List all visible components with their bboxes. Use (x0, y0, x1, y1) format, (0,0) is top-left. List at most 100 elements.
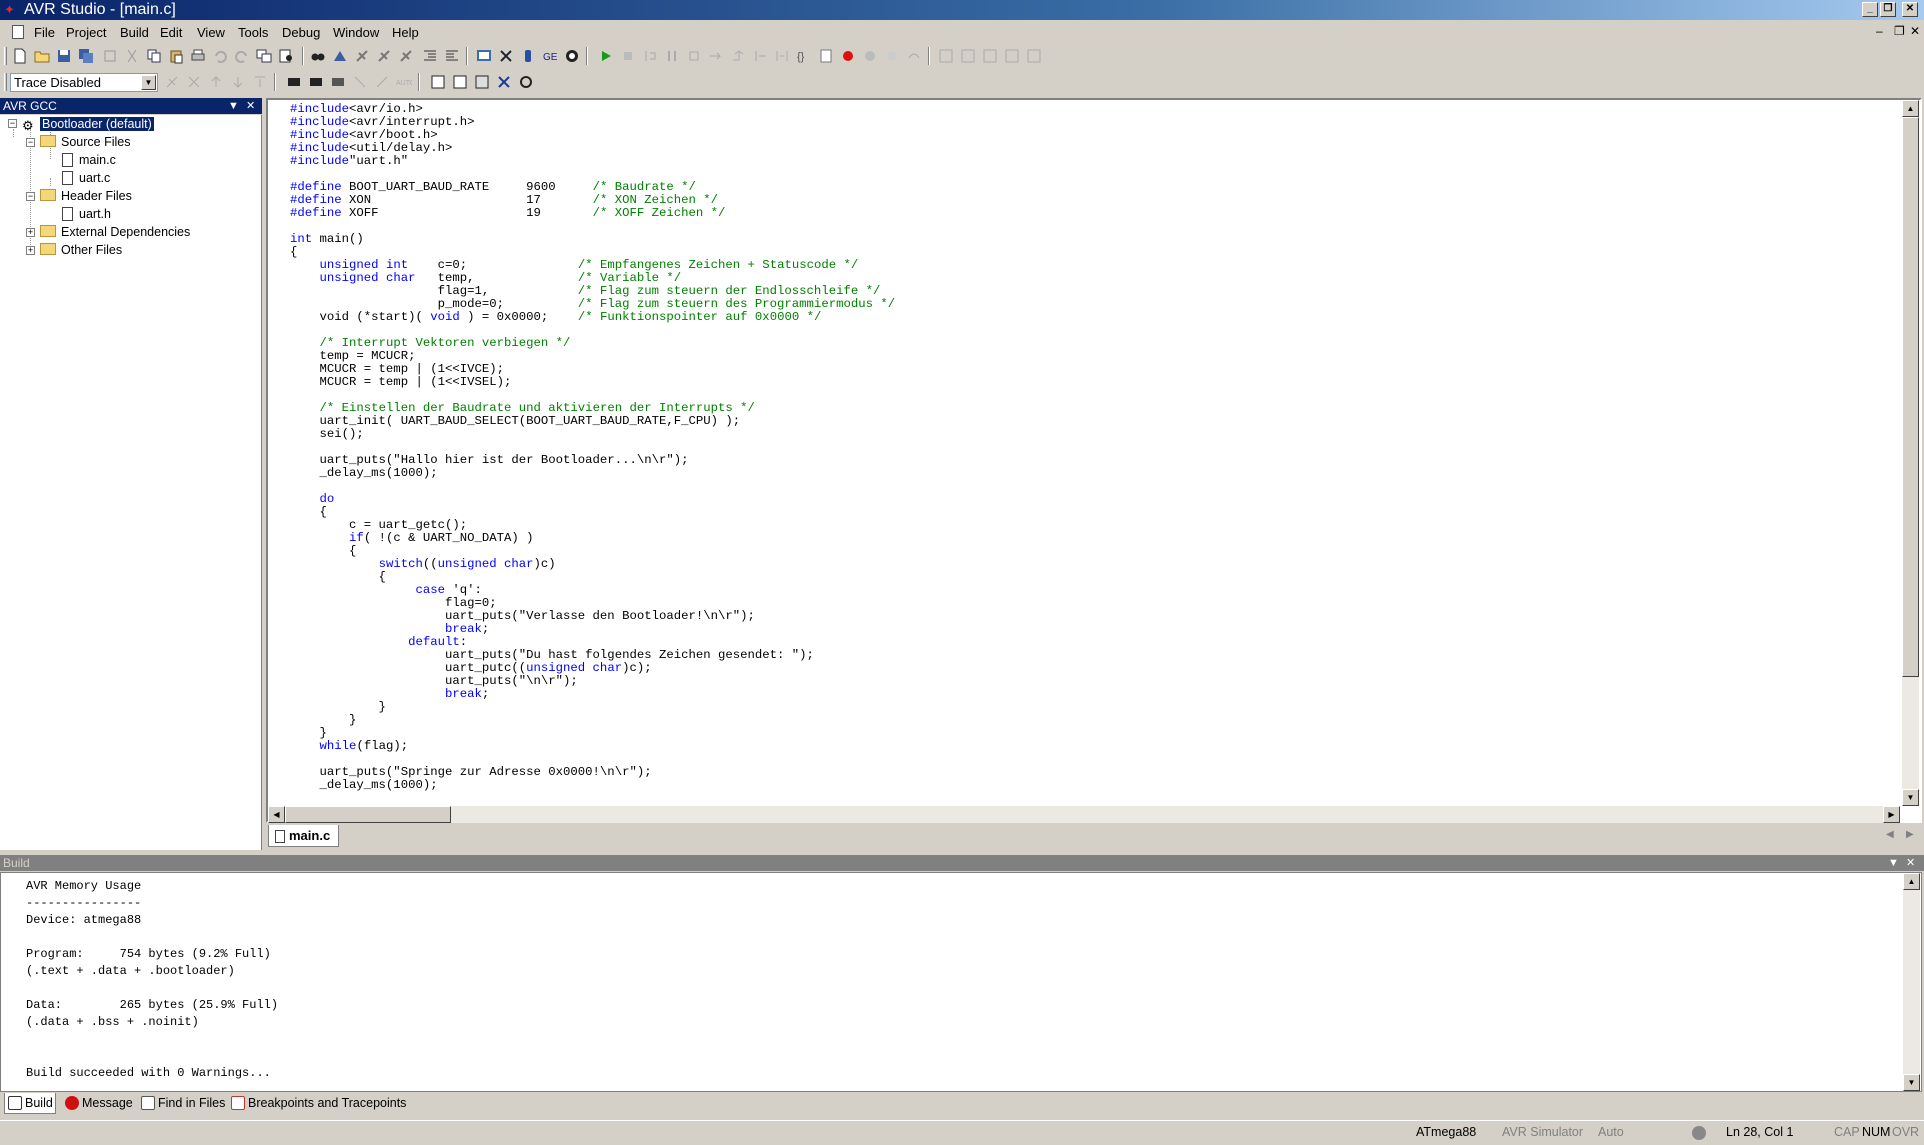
panel-menu-icon[interactable]: ▼ (1888, 855, 1899, 871)
open-folder-icon[interactable] (34, 48, 50, 64)
trace-gear-icon[interactable] (518, 74, 534, 90)
editor-vertical-scrollbar[interactable]: ▲ ▼ (1902, 100, 1919, 806)
tree-folder-external[interactable]: External Dependencies (40, 224, 192, 240)
trace-delete-icon[interactable] (496, 74, 512, 90)
scroll-thumb[interactable] (285, 806, 451, 823)
outdent-icon[interactable] (444, 48, 460, 64)
tree-folder-source[interactable]: Source Files (40, 134, 132, 150)
menu-tools[interactable]: Tools (238, 25, 268, 40)
trace-jump-icon[interactable] (374, 74, 390, 90)
braces-icon[interactable]: {} (796, 48, 812, 64)
code-text[interactable]: #include<avr/io.h> #include<avr/interrupt… (290, 103, 895, 792)
collapse-icon[interactable]: − (26, 192, 35, 201)
scroll-up-icon[interactable]: ▲ (1903, 873, 1920, 890)
print-icon[interactable] (190, 48, 206, 64)
menu-help[interactable]: Help (392, 25, 419, 40)
register-view-icon[interactable] (1004, 48, 1020, 64)
clear-bookmarks-icon[interactable] (398, 48, 414, 64)
code-line[interactable] (290, 220, 895, 233)
debug-start-icon[interactable] (564, 48, 580, 64)
editor-gutter[interactable] (268, 100, 288, 806)
build-icon[interactable] (476, 48, 492, 64)
toolbar-grip[interactable] (4, 47, 7, 65)
trace-toggle-icon[interactable] (164, 74, 180, 90)
menu-edit[interactable]: Edit (160, 25, 182, 40)
io-view-icon[interactable] (960, 48, 976, 64)
toggle-bookmark-icon[interactable] (354, 48, 370, 64)
find-icon[interactable] (310, 48, 326, 64)
trace-chip2-icon[interactable] (308, 74, 324, 90)
code-line[interactable]: MCUCR = temp | (1<<IVSEL); (290, 376, 895, 389)
trace-branch-icon[interactable] (352, 74, 368, 90)
scroll-thumb[interactable] (1902, 117, 1919, 677)
indent-icon[interactable] (422, 48, 438, 64)
close-doc-icon[interactable] (102, 48, 118, 64)
code-line[interactable]: sei(); (290, 428, 895, 441)
show-next-statement-icon[interactable] (818, 48, 834, 64)
trace-dropdown[interactable]: Trace Disabled ▼ (10, 73, 158, 92)
trace-settings-icon[interactable] (452, 74, 468, 90)
tree-file-uart-h[interactable]: uart.h (62, 206, 113, 222)
quickwatch-icon[interactable] (884, 48, 900, 64)
menu-project[interactable]: Project (66, 25, 106, 40)
expand-icon[interactable]: + (26, 246, 35, 255)
run-icon[interactable] (598, 48, 614, 64)
collapse-icon[interactable]: − (8, 119, 17, 128)
stop-icon[interactable] (620, 48, 636, 64)
menu-window[interactable]: Window (333, 25, 379, 40)
redo-icon[interactable] (234, 48, 250, 64)
code-line[interactable] (290, 480, 895, 493)
step-out-icon[interactable] (730, 48, 746, 64)
build-vertical-scrollbar[interactable]: ▲ ▼ (1903, 873, 1920, 1091)
code-line[interactable]: while(flag); (290, 740, 895, 753)
processor-view-icon[interactable] (938, 48, 954, 64)
rebuild-all-icon[interactable] (498, 48, 514, 64)
collapse-icon[interactable]: − (26, 138, 35, 147)
tree-folder-header[interactable]: Header Files (40, 188, 134, 204)
code-line[interactable]: void (*start)( void ) = 0x0000; /* Funkt… (290, 311, 895, 324)
menu-view[interactable]: View (197, 25, 225, 40)
editor-horizontal-scrollbar[interactable]: ◀ ▶ (268, 806, 1900, 823)
code-line[interactable]: #define XOFF 19 /* XOFF Zeichen */ (290, 207, 895, 220)
mdi-restore-icon[interactable]: ❐ (1894, 24, 1905, 38)
find-replace-icon[interactable] (278, 48, 294, 64)
avr-studio-icon[interactable]: ✦ (4, 3, 18, 17)
mdi-close-icon[interactable]: ✕ (1910, 24, 1920, 38)
menu-build[interactable]: Build (120, 25, 149, 40)
step-over-icon[interactable] (708, 48, 724, 64)
menu-file[interactable]: File (34, 25, 55, 40)
trace-down-icon[interactable] (230, 74, 246, 90)
code-line[interactable]: } (290, 701, 895, 714)
copy-icon[interactable] (146, 48, 162, 64)
remove-breakpoints-icon[interactable] (862, 48, 878, 64)
trace-chip-icon[interactable] (286, 74, 302, 90)
tab-build[interactable]: Build (4, 1093, 56, 1114)
memory-view-icon[interactable] (982, 48, 998, 64)
code-line[interactable]: uart_init( UART_BAUD_SELECT(BOOT_UART_BA… (290, 415, 895, 428)
reset-icon[interactable] (642, 48, 658, 64)
trace-export-icon[interactable] (474, 74, 490, 90)
auto-step-icon[interactable] (774, 48, 790, 64)
paste-icon[interactable] (168, 48, 184, 64)
scroll-track[interactable] (1903, 890, 1920, 920)
code-line[interactable]: } (290, 714, 895, 727)
step-into-icon[interactable] (686, 48, 702, 64)
undo-icon[interactable] (212, 48, 228, 64)
tab-breakpoints[interactable]: Breakpoints and Tracepoints (228, 1093, 406, 1114)
document-icon[interactable] (12, 25, 24, 39)
close-icon[interactable]: ✕ (1902, 2, 1918, 17)
panel-menu-icon[interactable]: ▼ (228, 98, 239, 114)
toggle-breakpoint-icon[interactable] (840, 48, 856, 64)
cut-icon[interactable] (124, 48, 140, 64)
trace-top-icon[interactable] (252, 74, 268, 90)
tab-scroll-left-icon[interactable]: ◀ (1886, 829, 1894, 840)
trace-auto-icon[interactable]: AUTO (396, 74, 412, 90)
tab-scroll-right-icon[interactable]: ▶ (1906, 829, 1914, 840)
programmer-icon[interactable]: GE (542, 48, 558, 64)
minimize-icon[interactable]: _ (1862, 2, 1878, 17)
new-file-icon[interactable] (12, 48, 28, 64)
windows-icon[interactable] (256, 48, 272, 64)
save-icon[interactable] (56, 48, 72, 64)
code-line[interactable]: if( !(c & UART_NO_DATA) ) (290, 532, 895, 545)
trace-clear-icon[interactable] (186, 74, 202, 90)
